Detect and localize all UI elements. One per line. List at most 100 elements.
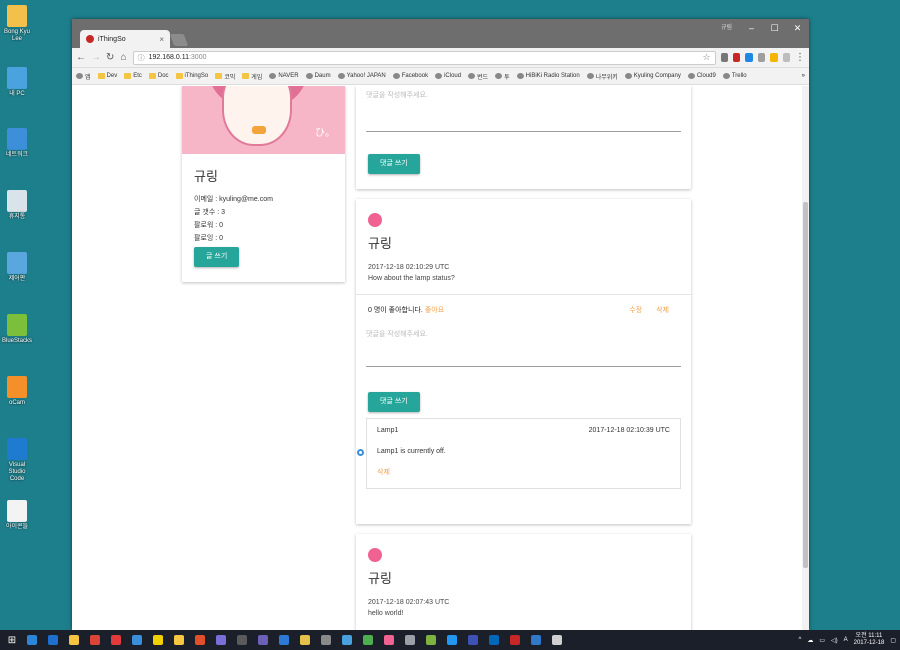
- bookmark-item[interactable]: Doc: [148, 73, 169, 79]
- notification-icon[interactable]: ▢: [890, 637, 896, 644]
- scrollbar-thumb[interactable]: [803, 202, 808, 568]
- desktop-icon[interactable]: 제어판: [2, 252, 32, 283]
- url-host: 192.168.0.11: [148, 54, 189, 61]
- extension-icon[interactable]: [745, 53, 753, 62]
- forward-icon[interactable]: →: [91, 52, 101, 63]
- bookmark-star-icon[interactable]: ☆: [703, 52, 711, 63]
- bookmark-item[interactable]: Yahoo! JAPAN: [337, 73, 386, 79]
- taskbar-app-icon[interactable]: [44, 632, 61, 648]
- taskbar-app-icon[interactable]: [527, 632, 544, 648]
- reload-icon[interactable]: ↻: [106, 52, 114, 63]
- folder-icon: [215, 73, 223, 79]
- taskbar-app-icon[interactable]: [338, 632, 355, 648]
- bookmark-item[interactable]: iThingSo: [175, 73, 208, 79]
- cloud-icon[interactable]: ☁: [807, 637, 813, 644]
- bookmark-item[interactable]: Dev: [97, 73, 117, 79]
- edit-link[interactable]: 수정: [629, 305, 642, 315]
- taskbar-app-icon[interactable]: [380, 632, 397, 648]
- page-viewport: ひ。 규링 이메일 : kyuling@me.com 글 갯수 : 3 팔로워 …: [72, 86, 802, 630]
- desktop-icon[interactable]: Visual Studio Code: [2, 438, 32, 483]
- start-button[interactable]: ⊞: [4, 635, 20, 646]
- folder-icon: [124, 73, 132, 79]
- taskbar-app-icon[interactable]: [86, 632, 103, 648]
- taskbar-app-icon[interactable]: [212, 632, 229, 648]
- volume-icon[interactable]: ◁): [831, 637, 838, 644]
- browser-tab[interactable]: iThingSo ×: [80, 30, 170, 48]
- taskbar-app-icon[interactable]: [506, 632, 523, 648]
- desktop-icon[interactable]: 내 PC: [2, 67, 32, 98]
- taskbar-app-icon[interactable]: [65, 632, 82, 648]
- taskbar-app-icon[interactable]: [149, 632, 166, 648]
- taskbar-app-icon[interactable]: [170, 632, 187, 648]
- taskbar-app-icon[interactable]: [422, 632, 439, 648]
- desktop-icon[interactable]: BlueStacks: [2, 314, 32, 345]
- info-icon[interactable]: ⓘ: [138, 53, 145, 63]
- extension-icon[interactable]: [733, 53, 741, 62]
- page-scrollbar[interactable]: [802, 86, 809, 630]
- close-tab-icon[interactable]: ×: [159, 35, 164, 44]
- bookmark-item[interactable]: 나무위키: [586, 72, 618, 81]
- bookmark-item[interactable]: 앱: [76, 72, 91, 81]
- profile-name[interactable]: 규림: [721, 19, 740, 37]
- taskbar-app-icon[interactable]: [548, 632, 565, 648]
- back-icon[interactable]: ←: [76, 52, 86, 63]
- desktop-icon[interactable]: 아이콘들: [2, 500, 32, 531]
- submit-comment-button[interactable]: 댓글 쓰기: [368, 154, 420, 174]
- taskbar-app-icon[interactable]: [443, 632, 460, 648]
- extension-icon[interactable]: [782, 53, 790, 62]
- clock[interactable]: 오전 11:11 2017-12-18: [854, 633, 885, 647]
- desktop-app-icon: [7, 190, 27, 212]
- comment-delete-link[interactable]: 삭제: [377, 467, 670, 477]
- desktop-icon[interactable]: Bong Kyu Lee: [2, 5, 32, 43]
- extension-icon[interactable]: [720, 53, 728, 62]
- new-tab-button[interactable]: [169, 34, 189, 46]
- menu-icon[interactable]: ⋮: [795, 52, 805, 63]
- minimize-icon[interactable]: –: [740, 19, 763, 37]
- submit-comment-button[interactable]: 댓글 쓰기: [368, 392, 420, 412]
- home-icon[interactable]: ⌂: [119, 52, 127, 63]
- taskbar-app-icon[interactable]: [401, 632, 418, 648]
- taskbar-app-icon[interactable]: [359, 632, 376, 648]
- bookmark-item[interactable]: Daum: [305, 73, 331, 79]
- comment-input[interactable]: 댓글을 작성해주세요.: [366, 86, 681, 132]
- bookmark-item[interactable]: HiBiKi Radio Station: [516, 73, 580, 79]
- bookmark-item[interactable]: Cloud9: [687, 73, 716, 79]
- bookmark-item[interactable]: Facebook: [392, 73, 428, 79]
- ime-icon[interactable]: A: [844, 637, 848, 643]
- taskbar-app-icon[interactable]: [107, 632, 124, 648]
- bookmark-item[interactable]: Kyuling Company: [624, 73, 681, 79]
- desktop-icon[interactable]: 휴지통: [2, 190, 32, 221]
- url-input[interactable]: ⓘ 192.168.0.11:3000 ☆: [132, 50, 716, 65]
- write-post-button[interactable]: 글 쓰기: [194, 247, 240, 267]
- bookmark-item[interactable]: 코믹: [215, 72, 235, 81]
- extension-icon[interactable]: [770, 53, 778, 62]
- taskbar-app-icon[interactable]: [464, 632, 481, 648]
- maximize-icon[interactable]: ☐: [763, 19, 786, 37]
- desktop-icon[interactable]: 네트워크: [2, 128, 32, 159]
- bookmark-item[interactable]: Etc: [124, 73, 142, 79]
- more-bookmarks-icon[interactable]: »: [802, 73, 805, 79]
- taskbar-app-icon[interactable]: [128, 632, 145, 648]
- bookmark-item[interactable]: 투: [495, 72, 510, 81]
- bookmark-item[interactable]: Trello: [722, 73, 747, 79]
- tray-chevron-icon[interactable]: ^: [798, 637, 801, 643]
- taskbar-app-icon[interactable]: [485, 632, 502, 648]
- taskbar-app-icon[interactable]: [296, 632, 313, 648]
- comment-input[interactable]: 댓글을 작성해주세요.: [366, 325, 681, 367]
- close-icon[interactable]: ✕: [786, 19, 809, 37]
- network-icon[interactable]: ▭: [819, 637, 825, 644]
- bookmark-item[interactable]: NAVER: [269, 73, 299, 79]
- bookmark-item[interactable]: 번드: [468, 72, 488, 81]
- taskbar-app-icon[interactable]: [275, 632, 292, 648]
- extension-icon[interactable]: [757, 53, 766, 62]
- like-link[interactable]: 좋아요: [425, 305, 444, 315]
- taskbar-app-icon[interactable]: [191, 632, 208, 648]
- desktop-icon[interactable]: oCam: [2, 376, 32, 407]
- taskbar-app-icon[interactable]: [233, 632, 250, 648]
- bookmark-item[interactable]: iCloud: [435, 73, 461, 79]
- delete-link[interactable]: 삭제: [656, 305, 669, 315]
- bookmark-item[interactable]: 게임: [242, 72, 262, 81]
- taskbar-app-icon[interactable]: [254, 632, 271, 648]
- taskbar-app-icon[interactable]: [317, 632, 334, 648]
- taskbar-app-icon[interactable]: [23, 632, 40, 648]
